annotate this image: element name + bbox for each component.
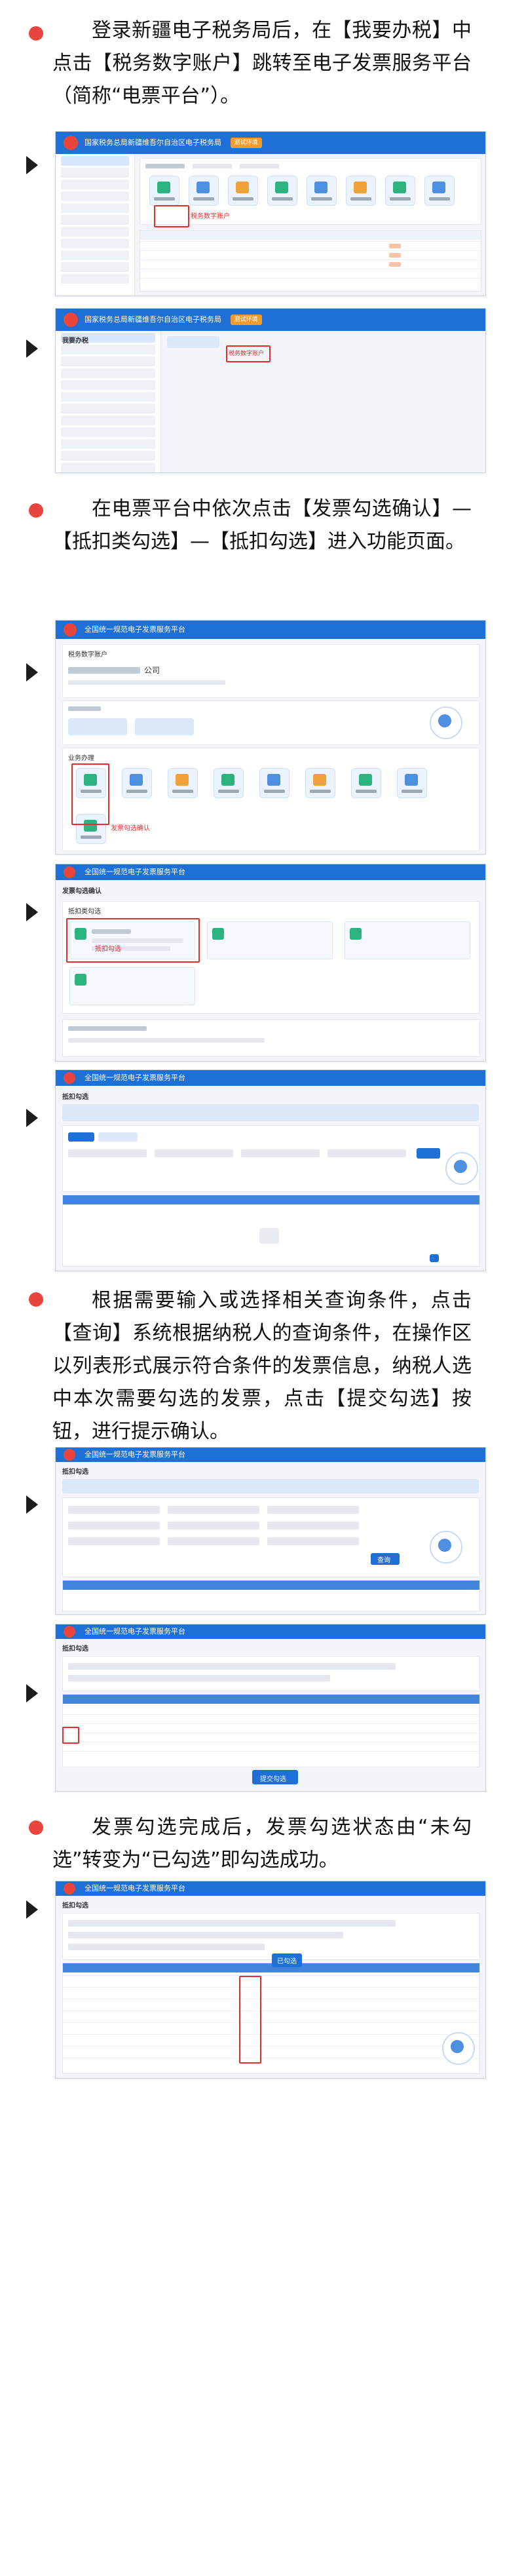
step-3-screenshot-submit: 全国统一规范电子发票服务平台 抵扣勾选 提交勾选 [55, 1624, 486, 1792]
result-header-title: 全国统一规范电子发票服务平台 [84, 1884, 185, 1893]
conditions-assistant-icon[interactable] [430, 1531, 462, 1564]
query-filter-panel [62, 1125, 480, 1192]
submit-header-title: 全国统一规范电子发票服务平台 [84, 1627, 185, 1636]
portal-sidebar [56, 154, 135, 296]
query-button-label: 查询 [377, 1557, 390, 1564]
selection-header-title: 全国统一规范电子发票服务平台 [84, 868, 185, 876]
conditions-header-title: 全国统一规范电子发票服务平台 [84, 1450, 185, 1459]
submit-selection-label: 提交勾选 [260, 1776, 286, 1783]
step-3-arrow-icon [26, 1495, 38, 1514]
selected-status-callout: 已勾选 [272, 1953, 302, 1967]
step-2c-arrow-icon [26, 1109, 38, 1127]
instruction-page: 登录新疆电子税务局后，在【我要办税】中点击【税务数字账户】跳转至电子发票服务平台… [0, 0, 524, 2576]
step-2-screenshot-account: 全国统一规范电子发票服务平台 税务数字账户 公司 业务办理 发票勾选确认 [55, 620, 486, 855]
query-page-title: 抵扣勾选 [62, 1094, 88, 1101]
conditions-form: 查询 [62, 1497, 480, 1577]
result-table [62, 1963, 480, 2074]
portal-header: 国家税务总局新疆维吾尔自治区电子税务局 测试环境 [56, 132, 485, 154]
query-header: 全国统一规范电子发票服务平台 [56, 1070, 485, 1086]
step-1-arrow-icon [26, 156, 38, 174]
assistant-robot-icon[interactable] [430, 706, 462, 739]
menu-sidebar [56, 331, 161, 472]
result-assistant-icon[interactable] [442, 2032, 475, 2065]
step-4-marker [29, 1820, 43, 1835]
platform-logo-icon [64, 866, 75, 878]
invoice-list-table [62, 1694, 480, 1767]
platform-logo-icon [64, 1072, 75, 1084]
platform-logo-icon [64, 1883, 75, 1894]
account-info-panel: 税务数字账户 公司 [62, 644, 480, 698]
company-suffix: 公司 [144, 666, 160, 675]
step-1-screenshot-menu: 国家税务总局新疆维吾尔自治区电子税务局 测试环境 我要办税 税务数字账户 [55, 308, 486, 473]
step-3-text: 根据需要输入或选择相关查询条件，点击【查询】系统根据纳税人的查询条件，在操作区以… [52, 1289, 472, 1443]
tax-account-label: 税务数字账户 [191, 213, 230, 220]
step-4-arrow-icon [26, 1900, 38, 1919]
step-3b-arrow-icon [26, 1684, 38, 1702]
step-2-marker [29, 503, 43, 518]
platform-logo-icon [64, 623, 77, 636]
step-1b-arrow-icon [26, 339, 38, 358]
step-3-screenshot-conditions: 全国统一规范电子发票服务平台 抵扣勾选 查询 [55, 1447, 486, 1615]
menu-env-tag: 测试环境 [230, 315, 262, 325]
result-header: 全国统一规范电子发票服务平台 [56, 1881, 485, 1896]
query-result-table [62, 1195, 480, 1267]
submit-page-title: 抵扣勾选 [62, 1645, 88, 1653]
conditions-page-title: 抵扣勾选 [62, 1469, 88, 1476]
selection-stats-panel [62, 1019, 480, 1057]
portal-title: 国家税务总局新疆维吾尔自治区电子税务局 [84, 138, 221, 147]
result-filter-panel [62, 1913, 480, 1960]
step-2-screenshot-query: 全国统一规范电子发票服务平台 抵扣勾选 [55, 1069, 486, 1271]
conditions-header: 全国统一规范电子发票服务平台 [56, 1448, 485, 1462]
selection-header: 全国统一规范电子发票服务平台 [56, 864, 485, 880]
account-header-title: 全国统一规范电子发票服务平台 [84, 625, 185, 634]
highlight-status-column [239, 1976, 261, 2064]
result-page-title: 抵扣勾选 [62, 1902, 88, 1910]
tax-emblem-icon [64, 313, 78, 327]
invoice-confirm-label: 发票勾选确认 [111, 825, 150, 832]
step-2-text: 在电票平台中依次点击【发票勾选确认】—【抵扣类勾选】—【抵扣勾选】进入功能页面。 [52, 497, 472, 553]
submit-header: 全国统一规范电子发票服务平台 [56, 1624, 485, 1639]
conditions-result-table [62, 1580, 480, 1611]
platform-logo-icon [64, 1449, 75, 1461]
portal-todo-table [140, 230, 481, 292]
highlight-row-checkbox[interactable] [62, 1727, 79, 1744]
account-shortcut-panel [62, 701, 480, 745]
highlight-tax-account[interactable] [154, 205, 189, 227]
menu-label[interactable]: 我要办税 [62, 335, 88, 345]
menu-portal-title: 国家税务总局新疆维吾尔自治区电子税务局 [84, 315, 221, 324]
menu-header: 国家税务总局新疆维吾尔自治区电子税务局 测试环境 [56, 309, 485, 331]
tax-emblem-icon [64, 136, 78, 150]
query-assistant-icon[interactable] [445, 1152, 478, 1185]
step-2b-arrow-icon [26, 903, 38, 921]
env-tag: 测试环境 [230, 138, 262, 148]
step-1-text: 登录新疆电子税务局后，在【我要办税】中点击【税务数字账户】跳转至电子发票服务平台… [52, 19, 472, 107]
highlight-invoice-confirm[interactable] [71, 763, 109, 825]
step-4-text: 发票勾选完成后，发票勾选状态由“未勾选”转变为“已勾选”即勾选成功。 [52, 1816, 472, 1872]
highlight-deduction-selection[interactable] [66, 918, 200, 963]
account-title: 税务数字账户 [68, 651, 107, 659]
step-3-marker [29, 1292, 43, 1307]
query-header-title: 全国统一规范电子发票服务平台 [84, 1073, 185, 1082]
business-section-label: 业务办理 [68, 755, 94, 762]
step-1-screenshot-portal: 国家税务总局新疆维吾尔自治区电子税务局 测试环境 税务数字账户 [55, 131, 486, 296]
step-2-screenshot-selection: 全国统一规范电子发票服务平台 发票勾选确认 抵扣类勾选 抵扣勾选 [55, 864, 486, 1062]
deduction-selection-label: 抵扣勾选 [95, 946, 121, 953]
step-1-marker [29, 26, 43, 41]
platform-logo-icon [64, 1626, 75, 1638]
selection-page-title: 发票勾选确认 [62, 888, 102, 895]
step-4-screenshot-result: 全国统一规范电子发票服务平台 抵扣勾选 已勾选 [55, 1881, 486, 2079]
step-2-arrow-icon [26, 663, 38, 682]
deduction-section-label: 抵扣类勾选 [68, 908, 101, 915]
menu-tax-account-label: 税务数字账户 [229, 351, 265, 357]
submit-filter-panel [62, 1656, 480, 1691]
business-panel: 业务办理 [62, 748, 480, 851]
account-header: 全国统一规范电子发票服务平台 [56, 621, 485, 639]
